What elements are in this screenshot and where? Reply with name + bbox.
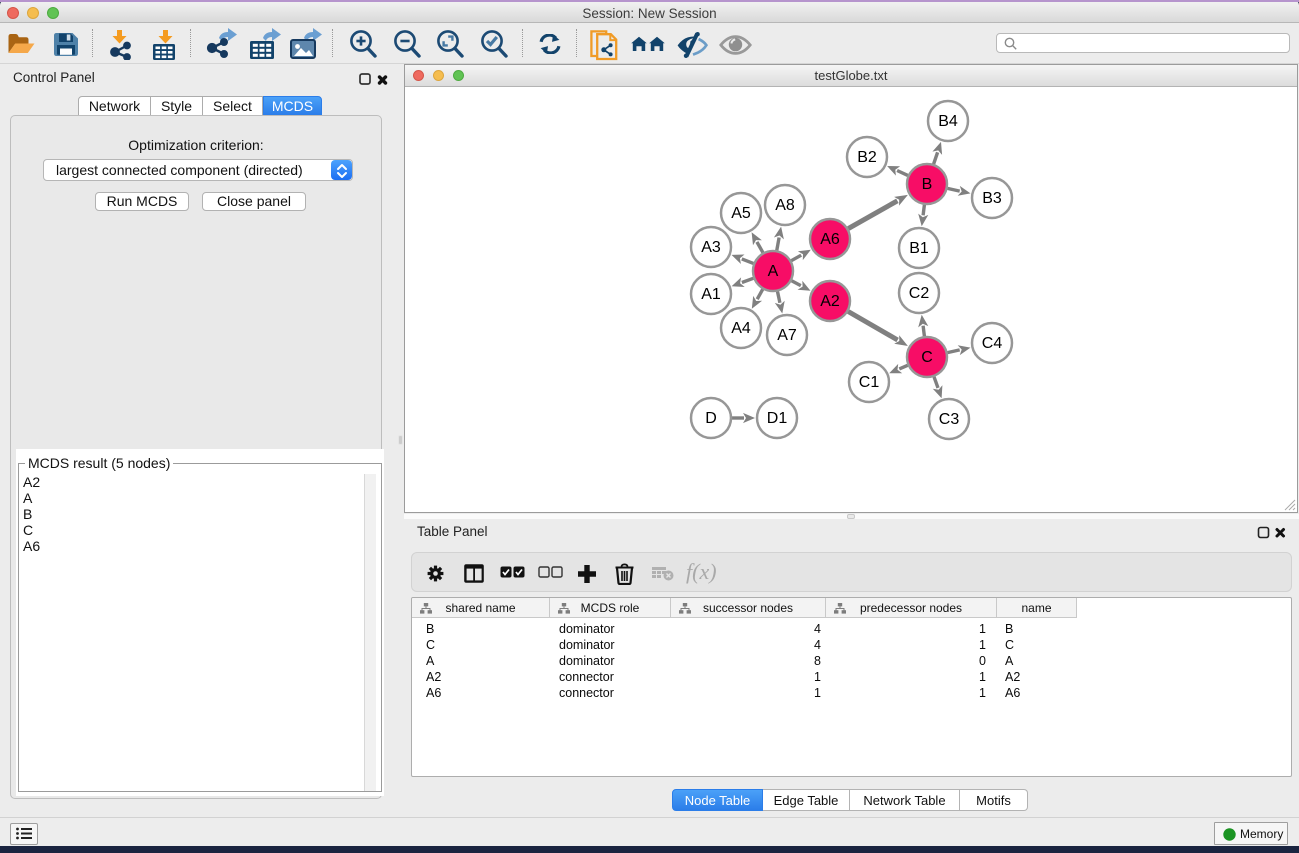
svg-text:C3: C3 xyxy=(939,411,960,428)
svg-text:A7: A7 xyxy=(777,327,797,344)
svg-text:D1: D1 xyxy=(767,410,788,427)
svg-text:C1: C1 xyxy=(859,374,880,391)
svg-text:A2: A2 xyxy=(820,293,840,310)
svg-text:A4: A4 xyxy=(731,320,751,337)
svg-text:C4: C4 xyxy=(982,335,1003,352)
svg-text:B2: B2 xyxy=(857,149,877,166)
svg-text:D: D xyxy=(705,410,717,427)
svg-text:C2: C2 xyxy=(909,285,930,302)
svg-text:A1: A1 xyxy=(701,286,721,303)
svg-text:A5: A5 xyxy=(731,205,751,222)
svg-text:A8: A8 xyxy=(775,197,795,214)
svg-text:A6: A6 xyxy=(820,231,840,248)
svg-text:B4: B4 xyxy=(938,113,958,130)
svg-text:A: A xyxy=(768,263,779,280)
svg-text:B3: B3 xyxy=(982,190,1002,207)
svg-text:B: B xyxy=(922,176,933,193)
svg-text:C: C xyxy=(921,349,933,366)
svg-text:B1: B1 xyxy=(909,240,929,257)
svg-text:A3: A3 xyxy=(701,239,721,256)
